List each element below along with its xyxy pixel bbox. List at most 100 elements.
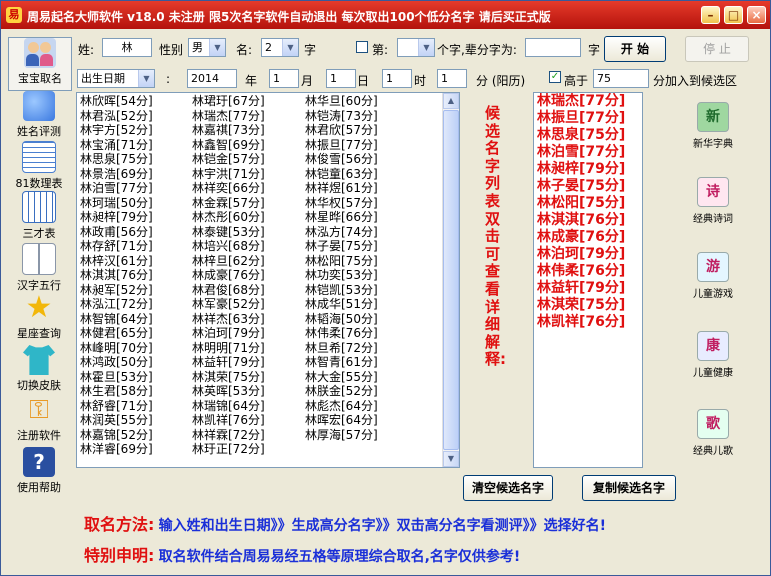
list-item[interactable]: 林存舒[71分] [80,239,153,254]
list-item[interactable]: 林益轩[79分] [192,355,265,370]
list-item[interactable]: 林泓江[72分] [80,297,153,312]
list-item[interactable]: 林嘉祺[73分] [192,123,265,138]
sidebar-item-81-table[interactable]: 81数理表 [8,141,70,191]
clear-candidates-button[interactable]: 清空候选名字 [463,475,553,501]
day-input[interactable]: 1 [326,69,356,88]
list-item[interactable]: 林宇洪[71分] [192,167,265,182]
list-item[interactable]: 林铠凯[53分] [305,283,378,298]
list-item[interactable]: 林泊珂[79分] [192,326,265,341]
title-bar[interactable]: 易 周易起名大师软件 v18.0 未注册 限5次名字软件自动退出 每次取出100… [1,1,770,29]
list-item[interactable]: 林泰键[53分] [192,225,265,240]
list-item[interactable]: 林宇方[52分] [80,123,153,138]
list-item[interactable]: 林振旦[77分] [305,138,378,153]
tool-nursery-rhymes[interactable]: 歌 经典儿歌 [681,409,745,457]
list-item[interactable]: 林珺玗[67分] [192,94,265,109]
list-item[interactable]: 林瑞锦[64分] [192,399,265,414]
list-item[interactable]: 林伟柔[76分] [534,263,642,280]
sidebar-item-sancai[interactable]: 三才表 [8,191,70,241]
list-item[interactable]: 林嘉锦[52分] [80,428,153,443]
list-item[interactable]: 林益轩[79分] [534,280,642,297]
list-item[interactable]: 林韬海[50分] [305,312,378,327]
stop-button[interactable]: 停 止 [685,36,749,62]
sidebar-item-help[interactable]: ? 使用帮助 [8,447,70,495]
generated-names-list[interactable]: 林欣晖[54分] 林君泓[52分] 林宇方[52分] 林宝涌[71分] 林思泉[75分]… [76,92,460,468]
list-item[interactable]: 林君泓[52分] [80,109,153,124]
list-item[interactable]: 林润英[55分] [80,413,153,428]
list-item[interactable]: 林昶军[52分] [80,283,153,298]
tool-kids-games[interactable]: 游 儿童游戏 [681,252,745,300]
list-item[interactable]: 林大金[55分] [305,370,378,385]
list-item[interactable]: 林晖宏[64分] [305,413,378,428]
list-item[interactable]: 林玗正[72分] [192,442,265,457]
list-item[interactable]: 林生君[58分] [80,384,153,399]
candidate-names-list[interactable]: 林瑞杰[77分] 林振旦[77分] 林思泉[75分] 林泊雪[77分] 林昶梓[79分]… [533,92,643,468]
list-item[interactable]: 林俊雪[56分] [305,152,378,167]
threshold-input[interactable]: 75 [593,69,649,88]
list-item[interactable]: 林彪杰[64分] [305,399,378,414]
list-item[interactable]: 林君欣[57分] [305,123,378,138]
list-item[interactable]: 林鑫智[69分] [192,138,265,153]
list-item[interactable]: 林鸿政[50分] [80,355,153,370]
sidebar-item-skin[interactable]: 切换皮肤 [8,345,70,393]
list-item[interactable]: 林松阳[75分] [534,195,642,212]
minimize-button[interactable]: – [701,6,720,24]
list-item[interactable]: 林朕金[52分] [305,384,378,399]
list-item[interactable]: 林泊雪[77分] [534,144,642,161]
list-item[interactable]: 林梓旦[62分] [192,254,265,269]
list-item[interactable]: 林培兴[68分] [192,239,265,254]
list-item[interactable]: 林淇荣[75分] [534,297,642,314]
list-item[interactable]: 林景浩[69分] [80,167,153,182]
list-item[interactable]: 林昶梓[79分] [80,210,153,225]
list-item[interactable]: 林成豪[76分] [534,229,642,246]
list-item[interactable]: 林瑞杰[77分] [192,109,265,124]
list-item[interactable]: 林淇淇[76分] [534,212,642,229]
list-item[interactable]: 林珂瑞[50分] [80,196,153,211]
gender-select[interactable]: 男 ▼ [188,38,226,57]
list-item[interactable]: 林泊雪[77分] [80,181,153,196]
list-item[interactable]: 林军豪[52分] [192,297,265,312]
list-item[interactable]: 林成华[51分] [305,297,378,312]
list-item[interactable]: 林祥奕[66分] [192,181,265,196]
list-item[interactable]: 林振旦[77分] [534,110,642,127]
surname-input[interactable]: 林 [102,38,152,57]
threshold-checkbox[interactable]: ✓ [549,71,561,83]
list-item[interactable]: 林华旦[60分] [305,94,378,109]
list-item[interactable]: 林昶梓[79分] [534,161,642,178]
scroll-down-icon[interactable]: ▼ [443,451,459,467]
list-item[interactable]: 林峰明[70分] [80,341,153,356]
list-item[interactable]: 林松阳[75分] [305,254,378,269]
list-item[interactable]: 林健君[65分] [80,326,153,341]
year-input[interactable]: 2014 [187,69,237,88]
maximize-button[interactable]: □ [724,6,743,24]
list-item[interactable]: 林淇淇[76分] [80,268,153,283]
list-item[interactable]: 林星晔[66分] [305,210,378,225]
list-item[interactable]: 林华权[57分] [305,196,378,211]
list-item[interactable]: 林泓方[74分] [305,225,378,240]
scroll-up-icon[interactable]: ▲ [443,93,459,109]
list-item[interactable]: 林智锦[64分] [80,312,153,327]
tool-kids-health[interactable]: 康 儿童健康 [681,331,745,379]
list-item[interactable]: 林铠涛[73分] [305,109,378,124]
generation-char-input[interactable] [525,38,581,57]
list-item[interactable]: 林凯祥[76分] [534,314,642,331]
tool-dictionary[interactable]: 新 新华字典 [681,102,745,150]
list-item[interactable]: 林铠金[57分] [192,152,265,167]
list-item[interactable]: 林宝涌[71分] [80,138,153,153]
list-item[interactable]: 林厚海[57分] [305,428,378,443]
list-item[interactable]: 林君俊[68分] [192,283,265,298]
list-item[interactable]: 林泊珂[79分] [534,246,642,263]
list-item[interactable]: 林祥杰[63分] [192,312,265,327]
list-item[interactable]: 林子晏[75分] [534,178,642,195]
close-button[interactable]: × [747,6,766,24]
list-item[interactable]: 林祥霖[72分] [192,428,265,443]
tool-poetry[interactable]: 诗 经典诗词 [681,177,745,225]
hour-input[interactable]: 1 [382,69,412,88]
list-item[interactable]: 林欣晖[54分] [80,94,153,109]
list-item[interactable]: 林淇荣[75分] [192,370,265,385]
list-item[interactable]: 林英晖[53分] [192,384,265,399]
list-item[interactable]: 林伟柔[76分] [305,326,378,341]
list-item[interactable]: 林功奕[53分] [305,268,378,283]
list-item[interactable]: 林杰彤[60分] [192,210,265,225]
sidebar-item-name-test[interactable]: 姓名评测 [8,91,70,139]
start-button[interactable]: 开 始 [604,36,666,62]
